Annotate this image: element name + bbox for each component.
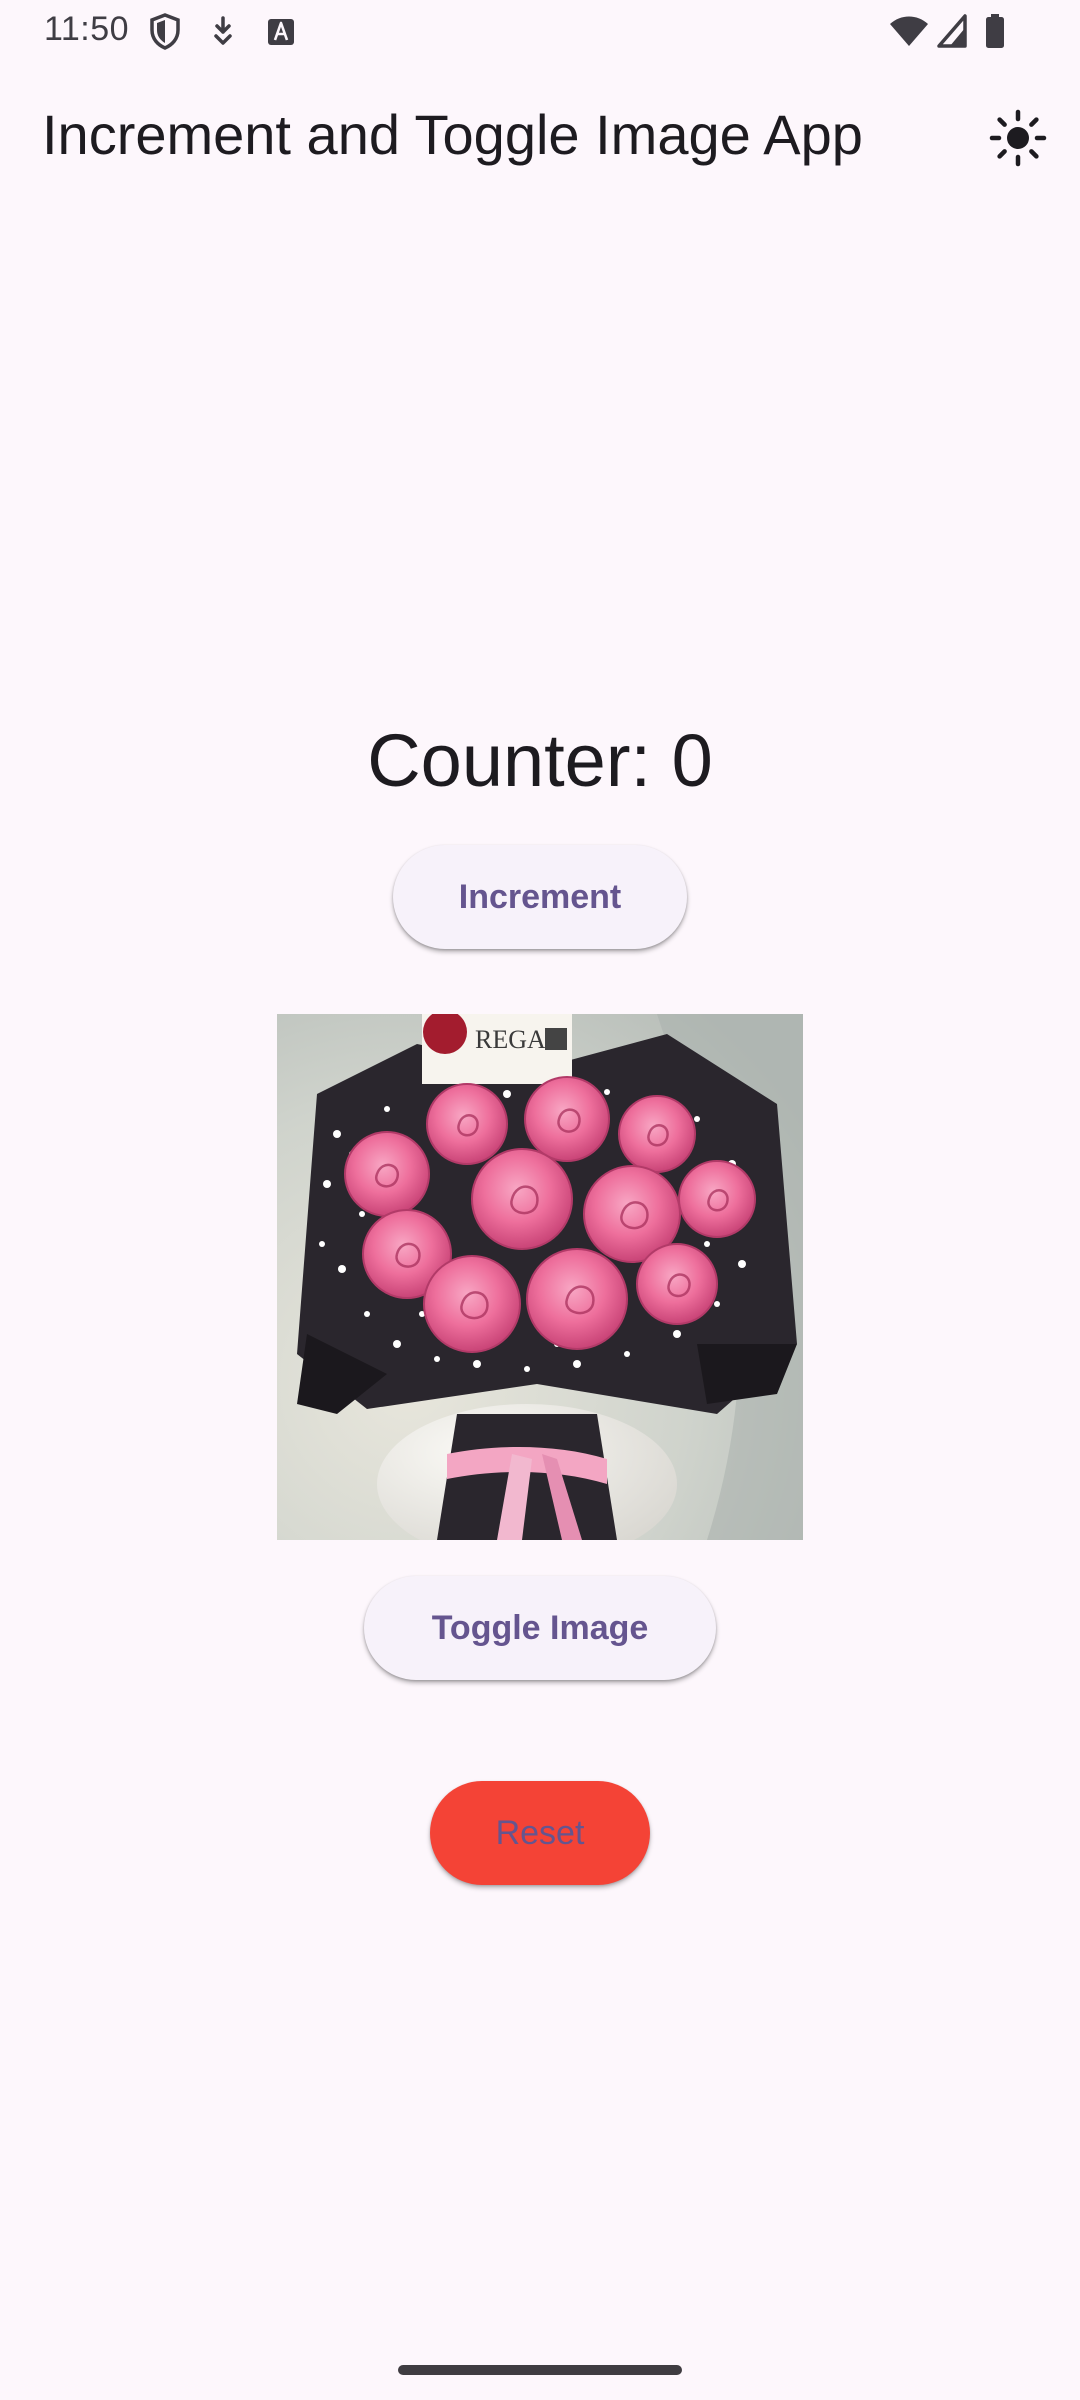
bouquet-of-pink-roses-image: REGAL xyxy=(277,1014,803,1540)
status-time: 11:50 xyxy=(44,10,130,48)
sun-icon xyxy=(989,109,1047,167)
home-indicator[interactable] xyxy=(398,2365,682,2375)
wifi-icon xyxy=(890,16,928,46)
reset-button[interactable]: Reset xyxy=(430,1781,650,1885)
shield-icon xyxy=(150,13,180,50)
bouquet-image: REGAL xyxy=(277,1014,803,1540)
app-bar: Increment and Toggle Image App xyxy=(0,62,1080,210)
download-badge-icon xyxy=(214,16,232,45)
counter-label: Counter: 0 xyxy=(367,719,713,802)
increment-button[interactable]: Increment xyxy=(393,845,687,949)
battery-icon xyxy=(986,14,1004,48)
theme-toggle-button[interactable] xyxy=(976,96,1060,180)
page-title: Increment and Toggle Image App xyxy=(42,103,863,166)
text-a-icon xyxy=(268,19,294,45)
signal-icon xyxy=(937,14,967,48)
toggle-image-button[interactable]: Toggle Image xyxy=(364,1576,716,1680)
status-bar: 11:50 xyxy=(0,0,1080,62)
